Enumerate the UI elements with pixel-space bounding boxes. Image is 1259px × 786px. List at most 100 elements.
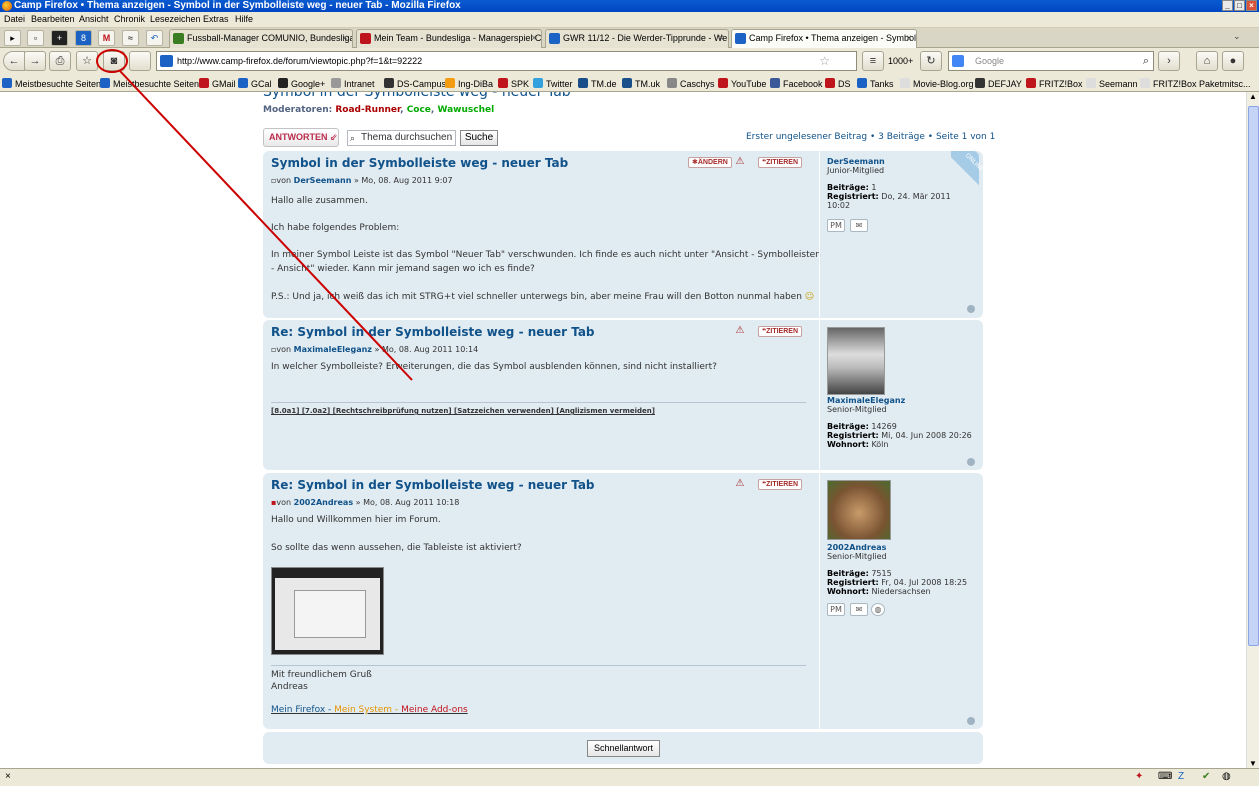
email-icon[interactable]: ✉ xyxy=(850,603,868,616)
bookmark-item[interactable]: FRITZ!Box xyxy=(1026,78,1083,89)
bookmark-item[interactable]: Movie-Blog.org xyxy=(900,78,974,89)
bookmark-item[interactable]: GCal xyxy=(238,78,272,89)
back-to-top-icon[interactable] xyxy=(967,717,975,725)
tab-camp-firefox[interactable]: Camp Firefox • Thema anzeigen - Symbol..… xyxy=(731,29,917,49)
bookmark-item[interactable]: TM.uk xyxy=(622,78,660,89)
empty-toolbar-slot[interactable] xyxy=(129,51,151,71)
quicklaunch-chart-icon[interactable]: ≈ xyxy=(122,30,139,46)
bookmark-item[interactable]: Seemann xyxy=(1086,78,1138,89)
quicklaunch-arrow-icon[interactable]: ↶ xyxy=(146,30,163,46)
url-bar[interactable]: http://www.camp-firefox.de/forum/viewtop… xyxy=(156,51,857,71)
attachment-thumbnail[interactable] xyxy=(271,567,384,655)
post-title[interactable]: Re: Symbol in der Symbolleiste weg - neu… xyxy=(271,325,595,339)
bookmark-item[interactable]: Google+ xyxy=(278,78,325,89)
report-icon[interactable]: ⚠ xyxy=(734,478,746,490)
quicklaunch-1[interactable]: ▸ xyxy=(4,30,21,46)
rss-icon[interactable]: ≡ xyxy=(862,51,884,71)
forward-button[interactable]: → xyxy=(24,51,46,71)
quicklaunch-8-icon[interactable]: 8 xyxy=(75,30,92,46)
scroll-up-icon[interactable]: ▲ xyxy=(1249,92,1257,101)
scroll-down-icon[interactable]: ▼ xyxy=(1249,759,1257,768)
post-title[interactable]: Symbol in der Symbolleiste weg - neuer T… xyxy=(271,156,568,170)
tab-mein-team[interactable]: Mein Team - Bundesliga - Managerspiel Cl… xyxy=(356,29,542,48)
tab-close-icon[interactable]: × xyxy=(906,30,912,47)
menu-hilfe[interactable]: Hilfe xyxy=(235,14,253,24)
back-to-top-icon[interactable] xyxy=(967,305,975,313)
bookmark-item[interactable]: DS-Campus xyxy=(384,78,446,89)
quick-reply-button[interactable]: Schnellantwort xyxy=(587,740,660,757)
screenshot-icon[interactable]: ◙ xyxy=(103,51,125,71)
user-pm-icon[interactable]: PM xyxy=(827,603,845,616)
quote-button[interactable]: ❝ZITIEREN xyxy=(758,479,802,490)
link-mein-system[interactable]: Mein System - xyxy=(334,705,398,715)
bookmark-item[interactable]: Twitter xyxy=(533,78,573,89)
search-input[interactable]: Google ⌕ xyxy=(948,51,1154,71)
link-mein-firefox[interactable]: Mein Firefox - xyxy=(271,705,331,715)
back-to-top-icon[interactable] xyxy=(967,458,975,466)
home-icon[interactable]: ⌂ xyxy=(1196,51,1218,71)
bookmark-item[interactable]: DEFJAY xyxy=(975,78,1022,89)
gmail-icon[interactable]: M xyxy=(98,30,115,46)
bookmark-item[interactable]: Meistbesuchte Seiten xyxy=(2,78,101,89)
search-icon[interactable]: ⌕ xyxy=(1143,52,1149,70)
tab-gwr[interactable]: GWR 11/12 - Die Werder-Tipprunde - We...… xyxy=(545,29,729,48)
topic-search-input[interactable]: ⌕ Thema durchsuchen xyxy=(347,130,456,146)
bookmark-item[interactable]: FRITZ!Box Paketmitsc... xyxy=(1140,78,1251,89)
avatar[interactable] xyxy=(827,480,891,540)
bookmark-item[interactable]: DS xyxy=(825,78,851,89)
addon-icon[interactable]: ● xyxy=(1222,51,1244,71)
menu-bearbeiten[interactable]: Bearbeiten xyxy=(31,14,75,24)
bookmark-item[interactable]: GMail xyxy=(199,78,236,89)
post-author[interactable]: 2002Andreas xyxy=(294,498,353,507)
print-icon[interactable]: ⎙ xyxy=(49,51,71,71)
bookmark-item[interactable]: YouTube xyxy=(718,78,766,89)
report-icon[interactable]: ⚠ xyxy=(734,325,746,337)
reload-icon[interactable]: ↻ xyxy=(920,51,942,71)
bookmark-star-icon[interactable]: ☆ xyxy=(819,52,830,70)
maximize-button[interactable]: □ xyxy=(1234,0,1245,11)
reply-button[interactable]: ANTWORTEN ⇙ xyxy=(263,128,339,147)
topic-search-button[interactable]: Suche xyxy=(460,130,498,146)
status-check-icon[interactable]: ✔ xyxy=(1202,771,1210,782)
menu-ansicht[interactable]: Ansicht xyxy=(79,14,109,24)
moderator-link[interactable]: Coce xyxy=(407,105,431,115)
status-addon-icon[interactable]: ✦ xyxy=(1135,771,1143,782)
post-author[interactable]: MaximaleEleganz xyxy=(294,345,372,354)
site-identity-icon[interactable] xyxy=(160,55,173,67)
moderator-link[interactable]: Wawuschel xyxy=(437,105,494,115)
pagination[interactable]: Erster ungelesener Beitrag • 3 Beiträge … xyxy=(746,132,995,142)
signature-links[interactable]: [8.0a1] [7.0a2] [Rechtschreibprüfung nut… xyxy=(271,404,655,418)
close-window-button[interactable]: × xyxy=(1246,0,1257,11)
status-globe-icon[interactable]: ◍ xyxy=(1222,771,1231,782)
tab-close-icon[interactable]: × xyxy=(718,30,724,47)
tab-close-icon[interactable]: × xyxy=(342,30,348,47)
bookmark-item[interactable]: TM.de xyxy=(578,78,617,89)
quote-button[interactable]: ❝ZITIEREN xyxy=(758,157,802,168)
scroll-thumb[interactable] xyxy=(1248,106,1259,646)
topic-heading[interactable]: Symbol in der Symbolleiste weg - neuer T… xyxy=(263,92,571,100)
website-icon[interactable]: ◍ xyxy=(871,603,885,616)
quicklaunch-plus-icon[interactable]: + xyxy=(51,30,68,46)
menu-chronik[interactable]: Chronik xyxy=(114,14,145,24)
profile-name[interactable]: MaximaleEleganz xyxy=(827,396,979,405)
status-keyboard-icon[interactable]: ⌨ xyxy=(1158,771,1172,782)
new-page-icon[interactable]: ▫ xyxy=(27,30,44,46)
bookmark-item[interactable]: Facebook xyxy=(770,78,823,89)
vertical-scrollbar[interactable]: ▲ ▼ xyxy=(1246,92,1259,768)
bookmark-item[interactable]: SPK xyxy=(498,78,529,89)
counter-badge[interactable]: 1000+ xyxy=(888,56,913,66)
post-title[interactable]: Re: Symbol in der Symbolleiste weg - neu… xyxy=(271,478,595,492)
edit-button[interactable]: ✱ÄNDERN xyxy=(688,157,732,168)
bookmark-item[interactable]: Caschys xyxy=(667,78,715,89)
profile-name[interactable]: 2002Andreas xyxy=(827,543,979,552)
bookmark-item[interactable]: Intranet xyxy=(331,78,375,89)
minimize-button[interactable]: _ xyxy=(1222,0,1233,11)
email-icon[interactable]: ✉ xyxy=(850,219,868,232)
tab-comunio[interactable]: Fussball-Manager COMUNIO, Bundesliga ...… xyxy=(169,29,353,48)
avatar[interactable] xyxy=(827,327,885,395)
tab-close-icon[interactable]: × xyxy=(531,30,537,47)
bookmark-item[interactable]: Ing-DiBa xyxy=(445,78,493,89)
bookmark-item[interactable]: Tanks xyxy=(857,78,894,89)
quote-button[interactable]: ❝ZITIEREN xyxy=(758,326,802,337)
link-meine-addons[interactable]: Meine Add-ons xyxy=(401,705,468,715)
